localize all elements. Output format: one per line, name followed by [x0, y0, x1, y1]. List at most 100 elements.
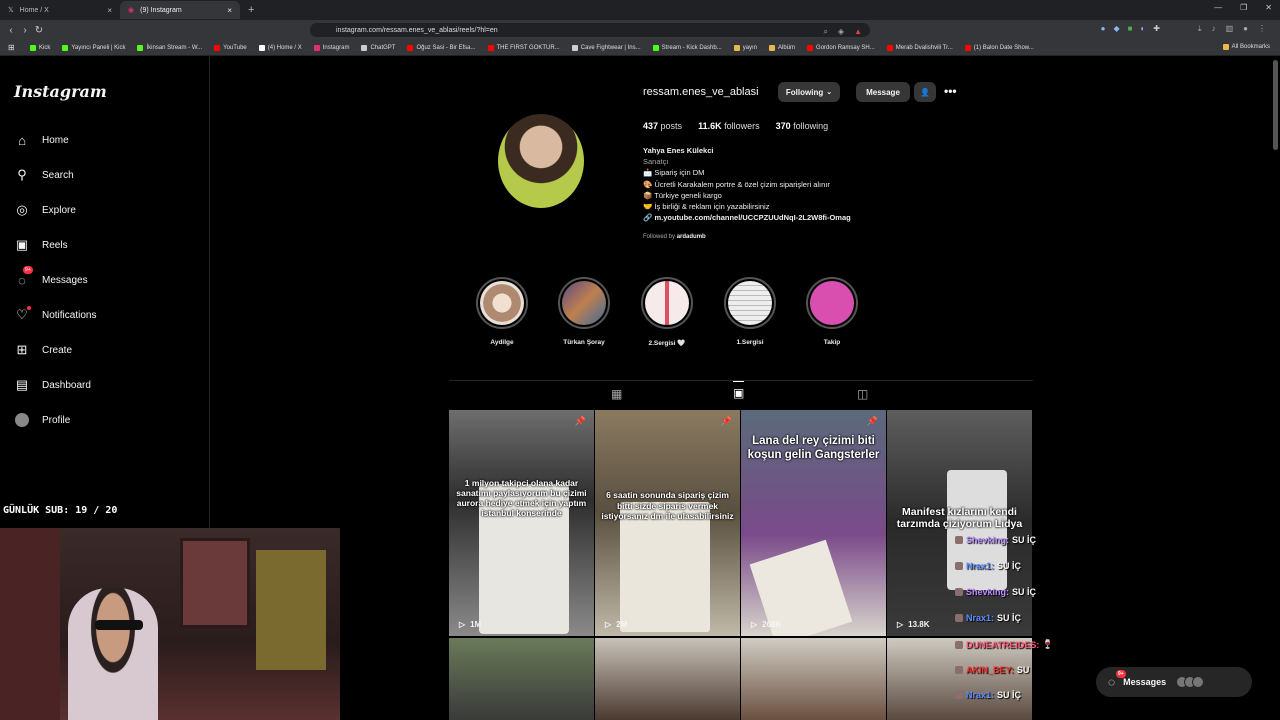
url-actions: ⌕ ◈ ▲: [823, 27, 862, 37]
nav-home[interactable]: ⌂ Home: [14, 132, 69, 148]
reel-thumbnail[interactable]: [595, 638, 740, 720]
new-tab-button[interactable]: +: [248, 4, 254, 16]
url-field[interactable]: instagram.com/ressam.enes_ve_ablasi/reel…: [310, 23, 870, 37]
pin-icon: 📌: [574, 416, 586, 426]
scrollbar[interactable]: [1273, 60, 1278, 150]
bookmark[interactable]: Oğuz Sasi - Bir Efsa...: [407, 44, 476, 51]
pin-icon: 📌: [866, 416, 878, 426]
highlight-turkan-soray[interactable]: Türkan Şoray: [558, 277, 610, 346]
browser-actions: ⤓ ♪ ▥ ● ⋮: [1198, 24, 1266, 34]
reel-thumbnail[interactable]: 📌 1 milyon takipci olana kadar sanatımı …: [449, 410, 594, 636]
highlight-1-sergisi[interactable]: 1.Sergisi: [724, 277, 776, 346]
tab-instagram[interactable]: ◉ (9) Instagram ×: [120, 1, 240, 19]
play-icon: ▷: [605, 620, 612, 629]
menu-icon[interactable]: ⋮: [1258, 24, 1266, 34]
bio-line: 🤝 İş birliği & reklam için yazabilirsini…: [643, 202, 770, 212]
url-text: instagram.com/ressam.enes_ve_ablasi/reel…: [336, 26, 498, 34]
x-icon: 𝕏: [8, 7, 14, 14]
chart-icon: ▤: [15, 377, 29, 392]
nav-dashboard[interactable]: ▤ Dashboard: [14, 377, 91, 393]
bookmark[interactable]: ChatGPT: [361, 44, 395, 51]
following-button[interactable]: Following ⌄: [778, 82, 840, 102]
window-controls: — ❐ ✕: [1214, 3, 1272, 12]
chevron-down-icon: ⌄: [826, 89, 833, 96]
zoom-icon[interactable]: ⌕: [823, 27, 827, 37]
bookmark-folder[interactable]: Albüm: [769, 44, 795, 51]
browser-tabbar: 𝕏 Home / X × ◉ (9) Instagram × + — ❐ ✕: [0, 0, 1280, 20]
message-button[interactable]: Message: [856, 82, 910, 102]
bookmark[interactable]: Stream - Kick Dashb...: [652, 44, 722, 51]
sidebar-icon[interactable]: ▥: [1226, 24, 1234, 34]
nav-search[interactable]: ⚲ Search: [14, 167, 73, 183]
reel-caption: Lana del rey çizimi biti koşun gelin Gan…: [747, 435, 880, 461]
bookmark[interactable]: Merab Dvalishvili Tr...: [886, 44, 953, 51]
bookmark[interactable]: (1) Balon Date Show...: [964, 44, 1034, 51]
music-icon[interactable]: ♪: [1212, 24, 1216, 34]
extension-icon[interactable]: ◐: [1140, 24, 1145, 33]
bookmark[interactable]: Cave Fightwear | Ins...: [571, 44, 641, 51]
reel-thumbnail[interactable]: 📌 Lana del rey çizimi biti koşun gelin G…: [741, 410, 886, 636]
reels-tab-icon[interactable]: ▣: [733, 381, 745, 400]
following-stat[interactable]: 370 following: [776, 121, 829, 131]
bookmark[interactable]: YouTube: [214, 44, 247, 51]
reel-thumbnail[interactable]: [741, 638, 886, 720]
puzzle-icon[interactable]: ✚: [1153, 24, 1160, 33]
reel-thumbnail[interactable]: 📌 6 saatin sonunda sipariş çizim bitti s…: [595, 410, 740, 636]
profile-link[interactable]: 🔗 m.youtube.com/channel/UCCPZUUdNqI-2L2W…: [643, 212, 851, 223]
profile-icon[interactable]: ●: [1243, 24, 1248, 34]
reel-thumbnail[interactable]: Manifest kızlarını kendi tarzımda çiziyo…: [887, 410, 1032, 636]
all-bookmarks[interactable]: All Bookmarks: [1222, 44, 1270, 50]
reel-thumbnail[interactable]: [449, 638, 594, 720]
reel-thumbnail[interactable]: [887, 638, 1032, 720]
messenger-icon: ◌ 9+: [1108, 670, 1126, 689]
instagram-logo[interactable]: Instagram: [14, 82, 107, 101]
bookmark[interactable]: THE FIRST GOKTUR...: [487, 44, 560, 51]
extension-icon[interactable]: ◆: [1113, 24, 1119, 33]
bookmark-folder[interactable]: yayın: [733, 44, 757, 51]
nav-reels[interactable]: ▣ Reels: [14, 237, 68, 253]
bookmark[interactable]: (4) Home / X: [258, 44, 302, 51]
followed-by[interactable]: Followed by ardadumb: [643, 234, 706, 240]
close-icon[interactable]: ×: [227, 6, 232, 15]
apps-icon[interactable]: ⊞: [8, 43, 15, 52]
restore-button[interactable]: ❐: [1240, 3, 1247, 12]
nav-notifications[interactable]: ♡ Notifications: [14, 306, 96, 323]
nav-profile[interactable]: Profile: [14, 412, 70, 428]
avatar-stack: [1176, 676, 1205, 688]
tagged-tab-icon[interactable]: ◫: [857, 387, 868, 401]
webcam-overlay: [0, 528, 340, 720]
view-count: ▷ 1M: [459, 620, 482, 629]
bookmark[interactable]: Gordon Ramsay SH...: [807, 44, 875, 51]
messages-pill[interactable]: ◌ 9+ Messages: [1096, 667, 1252, 697]
bookmark[interactable]: Yayıncı Paneli | Kick: [62, 44, 125, 51]
star-icon[interactable]: ▲: [854, 27, 862, 37]
posts-tab-icon[interactable]: ▦: [611, 387, 622, 401]
highlight-takip[interactable]: Takip: [806, 277, 858, 346]
profile-picture[interactable]: [498, 114, 584, 208]
highlight-2-sergisi[interactable]: 2.Sergisi 🤍: [641, 277, 693, 347]
view-count: ▷ 13.8K: [897, 620, 930, 629]
nav-create[interactable]: ⊞ Create: [14, 342, 72, 358]
back-icon[interactable]: ‹: [4, 25, 18, 36]
forward-icon[interactable]: ›: [18, 25, 32, 36]
nav-explore[interactable]: ◎ Explore: [14, 202, 76, 218]
nav-messages[interactable]: ◌ 9+ Messages: [14, 266, 88, 288]
bookmark[interactable]: Kick: [30, 44, 50, 51]
play-icon: ▷: [897, 620, 904, 629]
tab-x[interactable]: 𝕏 Home / X ×: [0, 1, 120, 19]
bookmark[interactable]: Instagram: [313, 44, 349, 51]
extension-icon[interactable]: ■: [1128, 24, 1133, 33]
highlight-aydilge[interactable]: Aydilge: [476, 277, 528, 346]
followers-stat[interactable]: 11.6K followers: [698, 121, 760, 131]
extension-icon[interactable]: ●: [1101, 24, 1106, 33]
close-icon[interactable]: ×: [107, 6, 112, 15]
bio-line: 🎨 Ücretli Karakalem portre & özel çizim …: [643, 179, 830, 189]
add-user-button[interactable]: 👤: [914, 82, 936, 102]
download-icon[interactable]: ⤓: [1198, 24, 1202, 34]
minimize-button[interactable]: —: [1214, 3, 1222, 12]
more-options-icon[interactable]: •••: [944, 84, 957, 98]
bookmark[interactable]: İkinsan Stream - W...: [137, 44, 202, 51]
close-window-button[interactable]: ✕: [1265, 3, 1272, 12]
reload-icon[interactable]: ↻: [32, 25, 46, 36]
shield-icon[interactable]: ◈: [838, 27, 844, 37]
